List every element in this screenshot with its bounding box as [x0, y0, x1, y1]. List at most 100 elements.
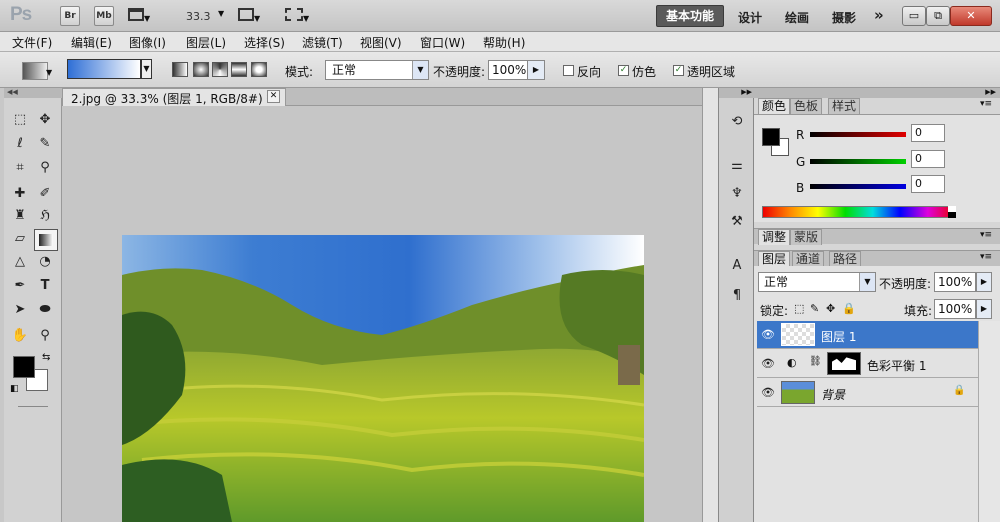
- fill-input[interactable]: 100%: [934, 299, 976, 319]
- blue-slider[interactable]: [810, 184, 906, 189]
- black-white-ramp[interactable]: [948, 206, 956, 218]
- tab-styles[interactable]: 样式: [828, 98, 861, 114]
- character-panel-icon[interactable]: A: [726, 256, 748, 276]
- green-value[interactable]: 0: [911, 150, 945, 168]
- view-extras-button[interactable]: ▼: [128, 8, 156, 24]
- visibility-eye-icon[interactable]: 👁: [759, 325, 777, 345]
- visibility-eye-icon[interactable]: 👁: [759, 383, 777, 403]
- type-tool-icon[interactable]: T: [34, 276, 56, 296]
- mini-bridge-button[interactable]: Mb: [94, 6, 114, 26]
- opacity-input[interactable]: 100%: [488, 60, 528, 80]
- angle-gradient-icon[interactable]: [212, 62, 228, 77]
- tool-preset-picker[interactable]: [22, 62, 48, 80]
- tab-layers[interactable]: 图层: [758, 251, 791, 267]
- move-tool-icon[interactable]: ✥: [34, 110, 56, 130]
- layer-row[interactable]: 👁 背景 🔒: [757, 379, 978, 407]
- panel-menu-icon[interactable]: ▾≡: [980, 230, 992, 240]
- foreground-color-swatch[interactable]: [762, 128, 780, 146]
- workspace-essentials[interactable]: 基本功能: [656, 5, 724, 27]
- layer-blend-mode-select[interactable]: 正常 ▼: [758, 272, 876, 292]
- bridge-button[interactable]: Br: [60, 6, 80, 26]
- swap-colors-icon[interactable]: ⇆: [42, 352, 50, 363]
- blur-tool-icon[interactable]: △: [9, 252, 31, 272]
- zoom-tool-icon[interactable]: ⚲: [34, 326, 56, 346]
- document-image[interactable]: [122, 235, 644, 522]
- pen-tool-icon[interactable]: ✒: [9, 276, 31, 296]
- minimize-button[interactable]: ▭: [902, 6, 926, 26]
- quick-selection-tool-icon[interactable]: ✎: [34, 134, 56, 154]
- clone-stamp-tool-icon[interactable]: ♜: [9, 206, 31, 226]
- arrange-documents-button[interactable]: ▼: [238, 8, 268, 24]
- paragraph-panel-icon[interactable]: ¶: [726, 286, 748, 306]
- brush-presets-panel-icon[interactable]: ⚌: [726, 156, 748, 176]
- menu-select[interactable]: 选择(S): [244, 34, 285, 51]
- opacity-slider-button[interactable]: ▶: [527, 60, 545, 80]
- menu-file[interactable]: 文件(F): [12, 34, 52, 51]
- eyedropper-tool-icon[interactable]: ⚲: [34, 158, 56, 178]
- red-slider[interactable]: [810, 132, 906, 137]
- linear-gradient-icon[interactable]: [172, 62, 188, 77]
- chevron-down-icon[interactable]: ▼: [46, 68, 52, 77]
- visibility-eye-icon[interactable]: 👁: [759, 354, 777, 374]
- workspace-design[interactable]: 设计: [738, 9, 762, 26]
- menu-window[interactable]: 窗口(W): [420, 34, 465, 51]
- layer-name[interactable]: 色彩平衡 1: [867, 357, 926, 374]
- shape-tool-icon[interactable]: ⬬: [34, 300, 56, 320]
- history-brush-tool-icon[interactable]: ℌ: [34, 206, 56, 226]
- reflected-gradient-icon[interactable]: [231, 62, 247, 77]
- lock-transparent-icon[interactable]: ⬚: [794, 302, 804, 315]
- gradient-tool-icon[interactable]: [34, 229, 58, 251]
- fill-slider-button[interactable]: ▶: [976, 299, 992, 319]
- radial-gradient-icon[interactable]: [193, 62, 209, 77]
- panel-menu-icon[interactable]: ▾≡: [980, 99, 992, 109]
- collapse-toolbox-icon[interactable]: ◀◀: [4, 88, 62, 98]
- restore-button[interactable]: ⧉: [926, 6, 950, 26]
- tab-color[interactable]: 颜色: [758, 98, 791, 114]
- layer-name[interactable]: 图层 1: [821, 328, 856, 345]
- close-button[interactable]: ✕: [950, 6, 992, 26]
- collapse-strip-icon[interactable]: ▶▶: [719, 88, 754, 98]
- color-spectrum-bar[interactable]: [762, 206, 956, 218]
- path-selection-tool-icon[interactable]: ➤: [9, 300, 31, 320]
- menu-view[interactable]: 视图(V): [360, 34, 402, 51]
- layer-row[interactable]: 👁 ◐ ⛓ 色彩平衡 1: [757, 350, 978, 378]
- layer-row[interactable]: 👁 图层 1: [757, 321, 978, 349]
- lock-position-icon[interactable]: ✥: [826, 302, 835, 315]
- green-slider[interactable]: [810, 159, 906, 164]
- tab-channels[interactable]: 通道: [792, 251, 825, 267]
- dodge-tool-icon[interactable]: ◔: [34, 252, 56, 272]
- screen-mode-button[interactable]: ▼: [285, 8, 319, 24]
- tab-paths[interactable]: 路径: [829, 251, 862, 267]
- reverse-checkbox[interactable]: [563, 65, 574, 76]
- hand-tool-icon[interactable]: ✋: [9, 326, 31, 346]
- diamond-gradient-icon[interactable]: [251, 62, 267, 77]
- gradient-preview[interactable]: [67, 59, 141, 79]
- default-colors-icon[interactable]: ◧: [10, 384, 19, 394]
- more-workspaces-icon[interactable]: »: [874, 6, 884, 24]
- layer-opacity-slider-button[interactable]: ▶: [976, 272, 992, 292]
- workspace-photography[interactable]: 摄影: [832, 9, 856, 26]
- menu-image[interactable]: 图像(I): [129, 34, 166, 51]
- panel-menu-icon[interactable]: ▾≡: [980, 252, 992, 262]
- foreground-color-swatch[interactable]: [13, 356, 35, 378]
- healing-brush-tool-icon[interactable]: ✚: [9, 184, 31, 204]
- zoom-level[interactable]: 33.3: [186, 10, 211, 23]
- blue-value[interactable]: 0: [911, 175, 945, 193]
- red-value[interactable]: 0: [911, 124, 945, 142]
- workspace-painting[interactable]: 绘画: [785, 9, 809, 26]
- lock-image-icon[interactable]: ✎: [810, 302, 819, 315]
- tab-masks[interactable]: 蒙版: [790, 229, 823, 245]
- layer-opacity-input[interactable]: 100%: [934, 272, 976, 292]
- crop-tool-icon[interactable]: ⌗: [9, 158, 31, 178]
- dither-checkbox[interactable]: ✓: [618, 65, 629, 76]
- tab-adjustments[interactable]: 调整: [758, 229, 791, 245]
- menu-help[interactable]: 帮助(H): [483, 34, 525, 51]
- eraser-tool-icon[interactable]: ▱: [9, 229, 31, 249]
- marquee-tool-icon[interactable]: ⬚: [9, 110, 31, 130]
- layer-name[interactable]: 背景: [821, 386, 845, 403]
- close-document-icon[interactable]: ✕: [267, 90, 280, 103]
- tool-presets-panel-icon[interactable]: ⚒: [726, 212, 748, 232]
- menu-layer[interactable]: 图层(L): [186, 34, 226, 51]
- gradient-picker-dropdown[interactable]: ▼: [141, 59, 152, 79]
- zoom-dropdown-icon[interactable]: ▼: [218, 9, 224, 18]
